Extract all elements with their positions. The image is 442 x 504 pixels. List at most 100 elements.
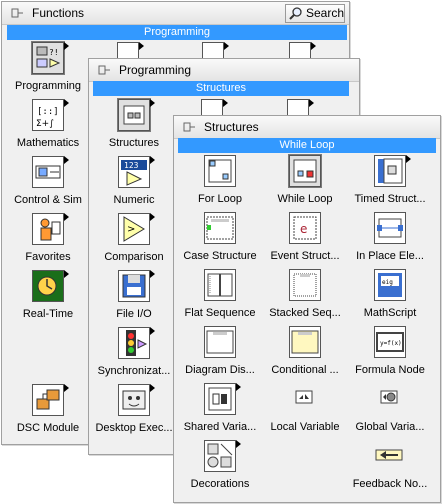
palette-item-file-io[interactable]: File I/O bbox=[91, 270, 177, 327]
structures-palette: Structures While Loop For Loop While Loo… bbox=[173, 115, 441, 503]
palette-item-local-variable[interactable]: Local Variable bbox=[262, 383, 348, 440]
palette-item-label: Control & Sim bbox=[14, 194, 82, 206]
palette-item-label: Global Varia... bbox=[355, 421, 425, 433]
palette-item-feedback-node[interactable]: Feedback No... bbox=[347, 440, 433, 497]
palette-item-label: In Place Ele... bbox=[356, 250, 424, 262]
favorites-icon bbox=[32, 213, 69, 245]
palette-item-case-structure[interactable]: Case Structure bbox=[177, 212, 263, 269]
case-structure-icon bbox=[204, 212, 236, 244]
palette-item-dsc-module[interactable]: DSC Module bbox=[5, 384, 91, 441]
functions-title-bar[interactable]: Functions Search bbox=[2, 2, 349, 25]
palette-item-while-loop[interactable]: While Loop bbox=[262, 154, 348, 212]
palette-item-mathematics[interactable]: [::]Σ+∫ Mathematics bbox=[5, 99, 91, 156]
svg-text:Σ+∫: Σ+∫ bbox=[36, 119, 54, 129]
flat-sequence-icon bbox=[204, 269, 236, 301]
palette-item-control-sim[interactable]: Control & Sim bbox=[5, 156, 91, 213]
palette-item-shared-variable[interactable]: Shared Varia... bbox=[177, 383, 263, 440]
structures-title-bar[interactable]: Structures bbox=[174, 116, 440, 139]
palette-item-label: File I/O bbox=[116, 308, 152, 320]
global-variable-icon bbox=[374, 383, 406, 415]
comparison-icon: > bbox=[118, 213, 155, 245]
palette-item-label: Conditional ... bbox=[271, 364, 339, 376]
dsc-module-icon bbox=[32, 384, 69, 416]
palette-item-real-time[interactable]: Real-Time bbox=[5, 270, 91, 327]
palette-item-label: Event Struct... bbox=[270, 250, 340, 262]
svg-text:>: > bbox=[127, 224, 135, 235]
palette-item-synchronization[interactable]: Synchronizat... bbox=[91, 327, 177, 384]
programming-category-bar[interactable]: Structures bbox=[93, 81, 349, 96]
structures-title: Structures bbox=[204, 120, 259, 134]
palette-item-label: Timed Struct... bbox=[354, 193, 426, 205]
palette-item-label: Shared Varia... bbox=[183, 421, 257, 433]
synchronization-icon bbox=[118, 327, 155, 359]
palette-item-mathscript[interactable]: eig MathScript bbox=[347, 269, 433, 326]
timed-structure-icon bbox=[374, 155, 411, 187]
palette-item-numeric[interactable]: 123 Numeric bbox=[91, 156, 177, 213]
local-variable-icon bbox=[289, 383, 321, 415]
search-icon bbox=[289, 7, 302, 20]
structures-category-bar[interactable]: While Loop bbox=[178, 138, 436, 153]
event-structure-icon: e bbox=[289, 212, 321, 244]
palette-item-for-loop[interactable]: For Loop bbox=[177, 155, 263, 212]
functions-category-bar[interactable]: Programming bbox=[7, 25, 347, 40]
numeric-icon: 123 bbox=[118, 156, 155, 188]
palette-item-label: Formula Node bbox=[355, 364, 425, 376]
programming-icon: ?! bbox=[31, 41, 69, 75]
real-time-icon bbox=[32, 270, 69, 302]
file-io-icon bbox=[118, 270, 155, 302]
palette-item-label: Case Structure bbox=[183, 250, 257, 262]
palette-item-desktop-execution[interactable]: Desktop Exec... bbox=[91, 384, 177, 441]
mathematics-icon: [::]Σ+∫ bbox=[32, 99, 69, 131]
in-place-element-icon bbox=[374, 212, 406, 244]
palette-item-label: Favorites bbox=[25, 251, 71, 263]
palette-item-structures[interactable]: Structures bbox=[91, 98, 177, 156]
decorations-icon bbox=[204, 440, 241, 472]
pin-icon[interactable] bbox=[97, 63, 111, 77]
formula-node-icon: y=f(x) bbox=[374, 326, 406, 358]
palette-item-decorations[interactable]: Decorations bbox=[177, 440, 263, 497]
search-label: Search bbox=[306, 6, 345, 20]
palette-item-label: Real-Time bbox=[22, 308, 74, 320]
palette-item-global-variable[interactable]: Global Varia... bbox=[347, 383, 433, 440]
diagram-disable-icon bbox=[204, 326, 236, 358]
palette-item-event-structure[interactable]: e Event Struct... bbox=[262, 212, 348, 269]
svg-text:y=f(x): y=f(x) bbox=[380, 340, 402, 347]
palette-item-stacked-sequence[interactable]: Stacked Seq... bbox=[262, 269, 348, 326]
svg-text:123: 123 bbox=[124, 161, 139, 170]
palette-item-flat-sequence[interactable]: Flat Sequence bbox=[177, 269, 263, 326]
palette-item-label: Diagram Dis... bbox=[185, 364, 255, 376]
functions-title: Functions bbox=[32, 6, 85, 20]
palette-item-label: DSC Module bbox=[16, 422, 80, 434]
search-button[interactable]: Search bbox=[285, 4, 345, 23]
palette-item-label: Mathematics bbox=[16, 137, 80, 149]
svg-text:[::]: [::] bbox=[37, 107, 59, 117]
palette-item-timed-structure[interactable]: Timed Struct... bbox=[347, 155, 433, 212]
palette-item-in-place-element[interactable]: In Place Ele... bbox=[347, 212, 433, 269]
palette-item-label: Flat Sequence bbox=[184, 307, 256, 319]
palette-item-label: Feedback No... bbox=[352, 478, 428, 490]
palette-item-favorites[interactable]: Favorites bbox=[5, 213, 91, 270]
palette-item-label: Desktop Exec... bbox=[95, 422, 173, 434]
palette-item-label: Structures bbox=[108, 137, 160, 149]
programming-title-bar[interactable]: Programming bbox=[89, 59, 359, 82]
svg-text:e: e bbox=[300, 222, 307, 236]
palette-item-label: Stacked Seq... bbox=[269, 307, 341, 319]
palette-item-label: MathScript bbox=[363, 307, 417, 319]
programming-title: Programming bbox=[119, 63, 192, 77]
mathscript-icon: eig bbox=[374, 269, 406, 301]
palette-item-label: Decorations bbox=[190, 478, 250, 490]
palette-item-programming[interactable]: ?! Programming bbox=[5, 41, 91, 99]
palette-item-label: Synchronizat... bbox=[97, 365, 171, 377]
svg-text:?!: ?! bbox=[49, 48, 59, 57]
pin-icon[interactable] bbox=[182, 120, 196, 134]
palette-item-formula-node[interactable]: y=f(x) Formula Node bbox=[347, 326, 433, 383]
shared-variable-icon bbox=[204, 383, 241, 415]
pin-icon[interactable] bbox=[10, 6, 24, 20]
desktop-execution-icon bbox=[118, 384, 155, 416]
palette-item-label: Local Variable bbox=[270, 421, 340, 433]
palette-item-conditional-disable[interactable]: Conditional ... bbox=[262, 326, 348, 383]
palette-item-diagram-disable[interactable]: Diagram Dis... bbox=[177, 326, 263, 383]
palette-item-label: Numeric bbox=[113, 194, 155, 206]
palette-item-comparison[interactable]: > Comparison bbox=[91, 213, 177, 270]
structures-icon bbox=[117, 98, 155, 132]
